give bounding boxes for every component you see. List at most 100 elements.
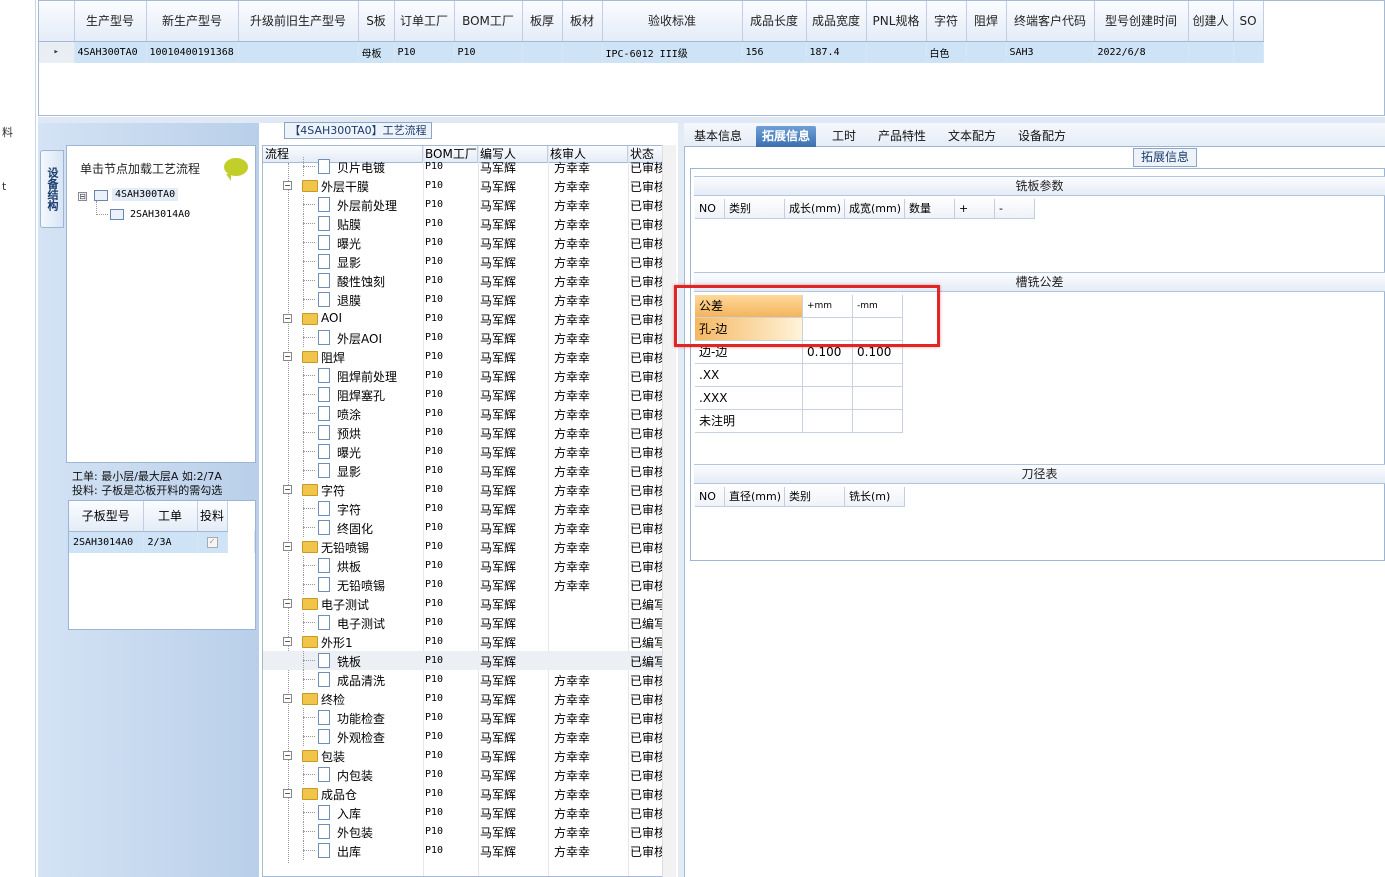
collapse-toggle-icon[interactable]: − (283, 181, 292, 190)
tolerance-cell[interactable] (803, 387, 853, 410)
process-row[interactable]: 显影 P10 马军辉 方幸幸 已审核 (263, 461, 663, 480)
cell[interactable] (866, 41, 927, 63)
process-row[interactable]: 字符 P10 马军辉 方幸幸 已审核 (263, 499, 663, 518)
process-row[interactable]: 外观检查 P10 马军辉 方幸幸 已审核 (263, 727, 663, 746)
collapse-toggle-icon[interactable]: − (283, 637, 292, 646)
cell[interactable]: 白色 (926, 41, 967, 63)
cell[interactable] (1188, 41, 1234, 63)
process-row[interactable]: 酸性蚀刻 P10 马军辉 方幸幸 已审核 (263, 271, 663, 290)
row-indicator[interactable]: ▸ (39, 41, 75, 63)
collapse-toggle-icon[interactable]: − (283, 352, 292, 361)
col-header[interactable]: 投料 (197, 501, 228, 532)
col-header[interactable]: 直径(mm) (725, 487, 785, 507)
process-row[interactable]: − 电子测试 P10 马军辉 已编写 (263, 594, 663, 613)
process-row[interactable]: − 字符 P10 马军辉 方幸幸 已审核 (263, 480, 663, 499)
col-header[interactable]: 工单 (143, 501, 198, 532)
tab-3[interactable]: 产品特性 (872, 126, 932, 147)
process-row[interactable]: 内包装 P10 马军辉 方幸幸 已审核 (263, 765, 663, 784)
process-row[interactable]: 功能检查 P10 马军辉 方幸幸 已审核 (263, 708, 663, 727)
process-row[interactable]: 贴膜 P10 马军辉 方幸幸 已审核 (263, 214, 663, 233)
col-header[interactable]: 订单工厂 (394, 1, 455, 42)
process-row[interactable]: 外层前处理 P10 马军辉 方幸幸 已审核 (263, 195, 663, 214)
col-header[interactable]: 成长(mm) (785, 199, 845, 219)
process-row[interactable]: 终固化 P10 马军辉 方幸幸 已审核 (263, 518, 663, 537)
cell[interactable]: P10 (454, 41, 523, 63)
process-row[interactable]: 显影 P10 马军辉 方幸幸 已审核 (263, 252, 663, 271)
col-header[interactable]: 铣长(m) (845, 487, 905, 507)
cell[interactable] (238, 41, 359, 63)
process-row[interactable]: 烘板 P10 马军辉 方幸幸 已审核 (263, 556, 663, 575)
cell[interactable]: IPC-6012 III级 (602, 41, 743, 63)
process-row[interactable]: − 阻焊 P10 马军辉 方幸幸 已审核 (263, 347, 663, 366)
tolerance-cell[interactable] (803, 410, 853, 433)
checkbox[interactable]: ✓ (206, 537, 218, 549)
tolerance-cell[interactable] (803, 364, 853, 387)
process-row[interactable]: 曝光 P10 马军辉 方幸幸 已审核 (263, 442, 663, 461)
col-header[interactable]: 数量 (905, 199, 955, 219)
process-row[interactable]: 入库 P10 马军辉 方幸幸 已审核 (263, 803, 663, 822)
process-row[interactable]: − AOI P10 马军辉 方幸幸 已审核 (263, 309, 663, 328)
col-header[interactable]: 子板型号 (69, 501, 144, 532)
collapse-toggle-icon[interactable]: − (283, 694, 292, 703)
tolerance-cell[interactable] (853, 410, 903, 433)
cell[interactable] (1233, 41, 1264, 63)
col-header[interactable]: 板材 (562, 1, 603, 42)
collapse-toggle-icon[interactable]: − (283, 314, 292, 323)
process-row[interactable]: 曝光 P10 马军辉 方幸幸 已审核 (263, 233, 663, 252)
tab-device-structure[interactable]: 设备结构 (40, 150, 64, 228)
tab-4[interactable]: 文本配方 (942, 126, 1002, 147)
process-row[interactable]: 出库 P10 马军辉 方幸幸 已审核 (263, 841, 663, 860)
col-header[interactable]: 生产型号 (74, 1, 147, 42)
tolerance-cell[interactable]: 未注明 (695, 410, 803, 433)
col-header[interactable]: 成品宽度 (806, 1, 867, 42)
col-header[interactable]: 类别 (725, 199, 785, 219)
collapse-toggle-icon[interactable]: − (283, 485, 292, 494)
tolerance-cell[interactable] (853, 364, 903, 387)
process-row[interactable]: 铣板 P10 马军辉 已编写 (263, 651, 663, 670)
process-row[interactable]: 喷涂 P10 马军辉 方幸幸 已审核 (263, 404, 663, 423)
cell[interactable] (522, 41, 563, 63)
process-row[interactable]: 外层AOI P10 马军辉 方幸幸 已审核 (263, 328, 663, 347)
process-row[interactable]: − 无铅喷锡 P10 马军辉 方幸幸 已审核 (263, 537, 663, 556)
cell[interactable]: 156 (742, 41, 807, 63)
cell[interactable]: 2SAH3014A0 (69, 531, 144, 553)
vertical-scrollbar[interactable] (662, 145, 676, 877)
col-header[interactable]: 型号创建时间 (1094, 1, 1189, 42)
cell[interactable] (562, 41, 603, 63)
col-header[interactable]: 终端客户代码 (1006, 1, 1095, 42)
tab-2[interactable]: 工时 (826, 126, 862, 147)
cell[interactable]: 母板 (358, 41, 395, 63)
col-header[interactable]: 创建人 (1188, 1, 1234, 42)
process-row[interactable]: 电子测试 P10 马军辉 已编写 (263, 613, 663, 632)
col-header[interactable]: 类别 (785, 487, 845, 507)
tab-0[interactable]: 基本信息 (688, 126, 748, 147)
col-header[interactable]: 板厚 (522, 1, 563, 42)
col-header[interactable]: + (955, 199, 995, 219)
process-row[interactable]: 退膜 P10 马军辉 方幸幸 已审核 (263, 290, 663, 309)
col-header[interactable]: 升级前旧生产型号 (238, 1, 359, 42)
col-header[interactable]: 成品长度 (742, 1, 807, 42)
collapse-toggle-icon[interactable]: − (283, 599, 292, 608)
process-row[interactable]: − 成品仓 P10 马军辉 方幸幸 已审核 (263, 784, 663, 803)
tolerance-cell[interactable]: .XX (695, 364, 803, 387)
col-header[interactable]: 阻焊 (966, 1, 1007, 42)
tree-collapse-toggle[interactable]: ⊟ (78, 192, 87, 201)
cell[interactable]: 187.4 (806, 41, 867, 63)
col-header[interactable]: - (995, 199, 1035, 219)
col-header[interactable]: SO (1233, 1, 1264, 42)
cell[interactable]: 2022/6/8 (1094, 41, 1189, 63)
table-row[interactable]: 2SAH3014A0 2/3A ✓ (69, 531, 255, 553)
cell[interactable]: 2/3A (143, 531, 198, 553)
process-row[interactable]: − 外层干膜 P10 马军辉 方幸幸 已审核 (263, 176, 663, 195)
cell[interactable]: SAH3 (1006, 41, 1095, 63)
process-row[interactable]: 阻焊前处理 P10 马军辉 方幸幸 已审核 (263, 366, 663, 385)
process-row[interactable]: 贝片电镀 P10 马军辉 方幸幸 已审核 (263, 157, 663, 176)
cell[interactable]: P10 (394, 41, 455, 63)
collapse-toggle-icon[interactable]: − (283, 542, 292, 551)
tolerance-cell[interactable]: .XXX (695, 387, 803, 410)
process-row[interactable]: − 终检 P10 马军辉 方幸幸 已审核 (263, 689, 663, 708)
cell[interactable]: 10010400191368 (146, 41, 239, 63)
collapse-toggle-icon[interactable]: − (283, 751, 292, 760)
process-row[interactable]: 预烘 P10 马军辉 方幸幸 已审核 (263, 423, 663, 442)
col-header[interactable]: S板 (358, 1, 395, 42)
